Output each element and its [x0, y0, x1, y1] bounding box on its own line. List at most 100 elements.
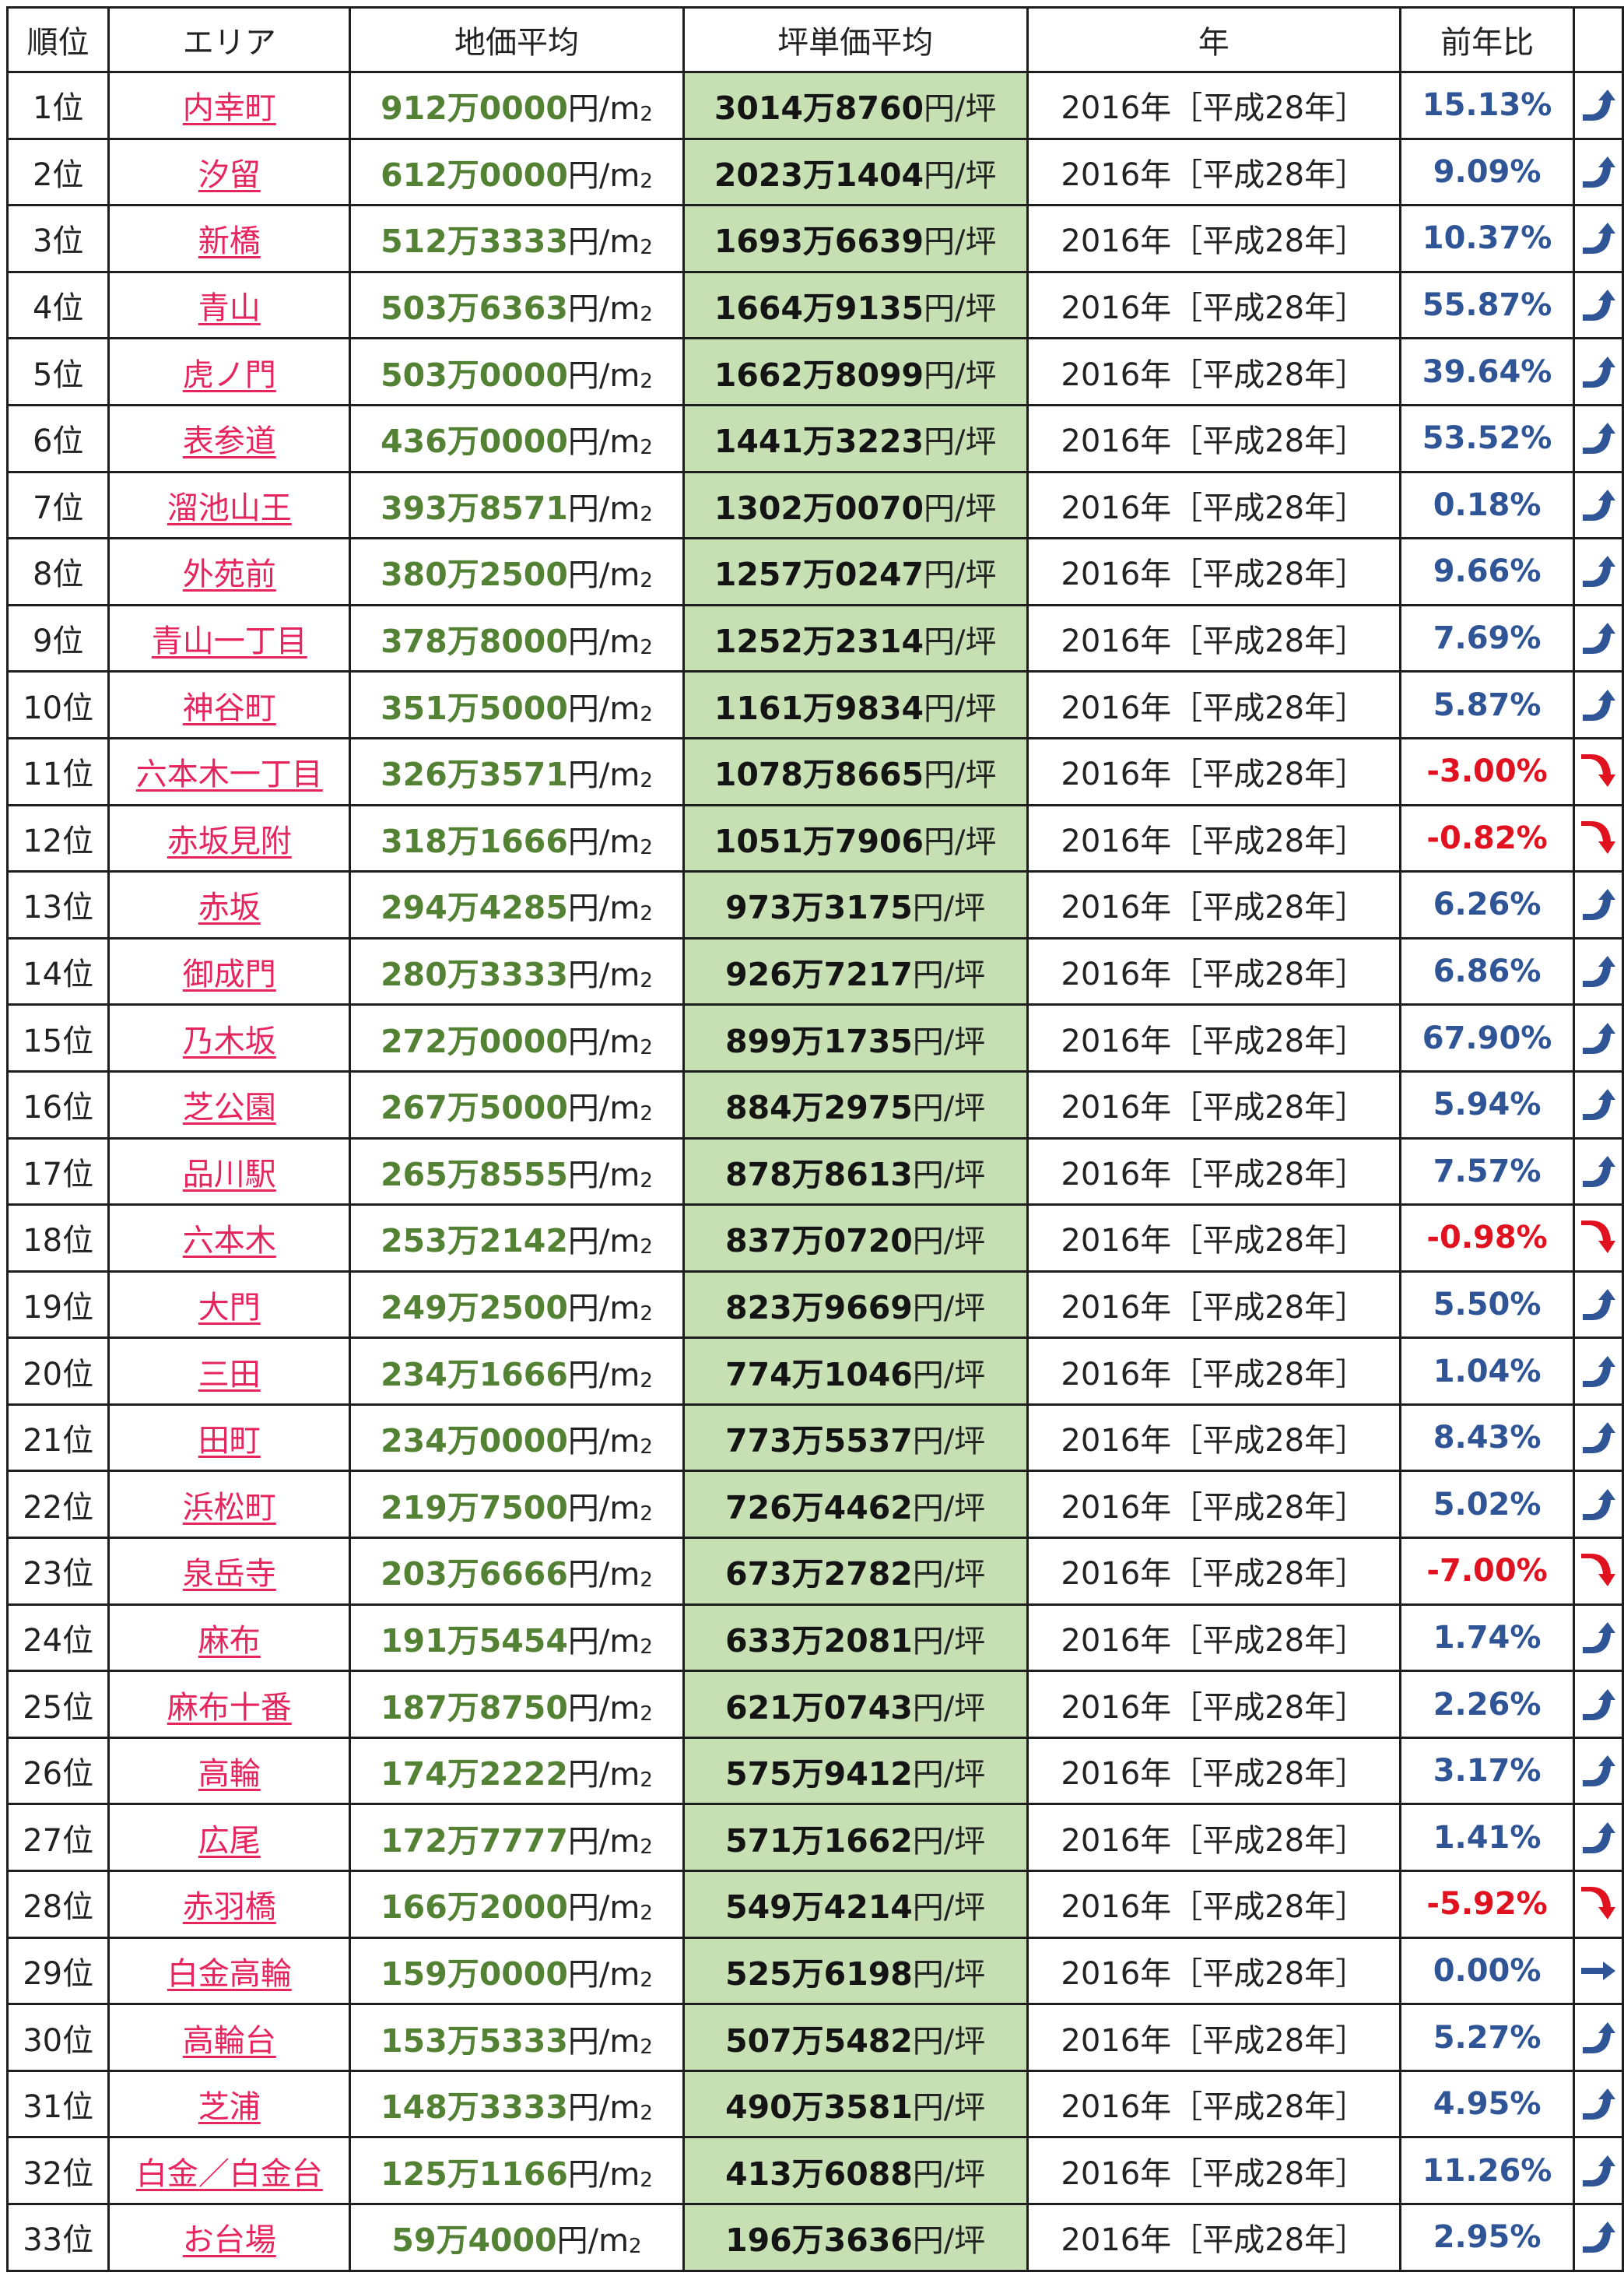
tsubo-price-value: 3014万8760: [714, 90, 924, 128]
trend-down-arrow-icon: [1581, 754, 1616, 788]
land-price-value: 59万4000: [391, 2222, 557, 2260]
area-link[interactable]: 芝公園: [183, 1090, 276, 1126]
area-link[interactable]: 赤坂見附: [167, 824, 292, 859]
area-link[interactable]: 白金／白金台: [136, 2156, 323, 2192]
year-cell: 2016年［平成28年］: [1026, 1670, 1402, 1739]
tsubo-price-cell: 571万1662円/坪: [682, 1803, 1029, 1873]
area-link[interactable]: 麻布十番: [167, 1690, 292, 1726]
tsubo-price-cell: 823万9669円/坪: [682, 1270, 1029, 1340]
trend-cell: [1573, 2136, 1624, 2205]
area-link[interactable]: 白金高輪: [167, 1956, 292, 1992]
land-price-unit: 円/m2: [568, 890, 653, 926]
tsubo-price-unit: 円/坪: [912, 1557, 986, 1593]
land-unit-subscript: 2: [640, 969, 653, 993]
area-cell: 表参道: [107, 403, 352, 473]
tsubo-price-value: 899万1735: [725, 1022, 913, 1060]
yoy-cell: -3.00%: [1399, 736, 1576, 806]
tsubo-price-value: 1662万8099: [714, 356, 924, 394]
trend-cell: [1573, 403, 1624, 473]
tsubo-price-value: 633万2081: [725, 1621, 913, 1660]
area-link[interactable]: 表参道: [183, 423, 276, 459]
rank-cell: 23位: [5, 1537, 110, 1606]
land-unit-text: 円/m: [567, 624, 640, 661]
area-link[interactable]: 浜松町: [183, 1490, 276, 1526]
area-cell: 溜池山王: [107, 470, 352, 540]
yoy-value: -7.00%: [1426, 1553, 1548, 1589]
area-cell: 青山一丁目: [107, 603, 352, 673]
land-price-value: 219万7500: [381, 1488, 568, 1526]
land-price-value: 234万0000: [381, 1422, 568, 1460]
year-cell: 2016年［平成28年］: [1026, 670, 1402, 739]
area-link[interactable]: 赤坂: [198, 890, 261, 926]
land-price-value: 351万5000: [381, 689, 568, 727]
area-cell: 六本木一丁目: [107, 736, 352, 806]
area-link[interactable]: 高輪台: [183, 2023, 276, 2059]
area-link[interactable]: 新橋: [198, 223, 261, 259]
area-link[interactable]: 芝浦: [198, 2089, 261, 2125]
table-row: 18位 六本木 253万2142円/m2 837万0720円/坪 2016年［平成28年…: [5, 1203, 1624, 1273]
area-link[interactable]: お台場: [183, 2222, 276, 2258]
area-link[interactable]: 赤羽橋: [183, 1889, 276, 1925]
table-row: 31位 芝浦 148万3333円/m2 490万3581円/坪 2016年［平成28年］…: [5, 2069, 1624, 2139]
land-unit-text: 円/m: [567, 890, 640, 927]
area-link[interactable]: 外苑前: [183, 557, 276, 592]
area-link[interactable]: 大門: [198, 1290, 261, 1326]
area-link[interactable]: 汐留: [198, 157, 261, 193]
area-link[interactable]: 三田: [198, 1357, 261, 1393]
trend-up-arrow-icon: [1583, 2222, 1616, 2253]
land-unit-text: 円/m: [567, 1490, 640, 1526]
area-link[interactable]: 六本木一丁目: [136, 757, 323, 792]
tsubo-price-unit: 円/坪: [912, 1224, 986, 1260]
land-price-value: 159万0000: [381, 1955, 568, 1993]
rank-cell: 10位: [5, 670, 110, 739]
trend-cell: [1573, 470, 1624, 540]
rank-cell: 18位: [5, 1203, 110, 1273]
land-price-cell: 59万4000円/m2: [349, 2203, 685, 2272]
trend-cell: [1573, 1403, 1624, 1473]
rank-cell: 7位: [5, 470, 110, 540]
rank-cell: 2位: [5, 137, 110, 207]
area-link[interactable]: 田町: [198, 1423, 261, 1459]
tsubo-price-cell: 1252万2314円/坪: [682, 603, 1029, 673]
area-link[interactable]: 高輪: [198, 1756, 261, 1792]
area-link[interactable]: 虎ノ門: [183, 357, 276, 393]
land-unit-text: 円/m: [567, 1290, 640, 1326]
table-row: 14位 御成門 280万3333円/m2 926万7217円/坪 2016年［平成28年…: [5, 936, 1624, 1006]
rank-cell: 8位: [5, 537, 110, 606]
table-row: 2位 汐留 612万0000円/m2 2023万1404円/坪 2016年［平成28年］…: [5, 137, 1624, 207]
land-unit-text: 円/m: [567, 1357, 640, 1393]
area-link[interactable]: 神谷町: [183, 690, 276, 726]
land-price-value: 612万0000: [381, 156, 568, 194]
area-cell: お台場: [107, 2203, 352, 2272]
land-price-unit: 円/m2: [568, 1291, 653, 1326]
area-link[interactable]: 品川駅: [183, 1157, 276, 1192]
land-unit-subscript: 2: [640, 1035, 653, 1059]
area-link[interactable]: 広尾: [198, 1823, 261, 1859]
area-link[interactable]: 泉岳寺: [183, 1556, 276, 1592]
trend-cell: [1573, 936, 1624, 1006]
yoy-cell: 3.17%: [1399, 1736, 1576, 1806]
area-link[interactable]: 御成門: [183, 957, 276, 992]
header-row: 順位 エリア 地価平均 坪単価平均 年 前年比: [5, 6, 1624, 73]
header-trend: [1573, 6, 1624, 73]
trend-cell: [1573, 1070, 1624, 1140]
tsubo-price-unit: 円/坪: [924, 224, 997, 261]
area-link[interactable]: 乃木坂: [183, 1024, 276, 1059]
trend-cell: [1573, 1870, 1624, 1939]
header-area: エリア: [107, 6, 352, 73]
area-link[interactable]: 内幸町: [183, 90, 276, 126]
area-link[interactable]: 青山一丁目: [152, 623, 307, 659]
area-link[interactable]: 溜池山王: [167, 490, 292, 526]
table-row: 9位 青山一丁目 378万8000円/m2 1252万2314円/坪 2016年［平成2…: [5, 603, 1624, 673]
area-link[interactable]: 六本木: [183, 1223, 276, 1259]
land-price-cell: 326万3571円/m2: [349, 736, 685, 806]
tsubo-price-unit: 円/坪: [924, 624, 997, 661]
rank-cell: 3位: [5, 204, 110, 273]
area-link[interactable]: 青山: [198, 290, 261, 326]
area-cell: 外苑前: [107, 537, 352, 606]
area-cell: 芝浦: [107, 2069, 352, 2139]
area-link[interactable]: 麻布: [198, 1623, 261, 1659]
land-unit-subscript: 2: [640, 169, 653, 193]
tsubo-price-value: 1693万6639: [714, 223, 924, 261]
tsubo-price-value: 1441万3223: [714, 423, 924, 461]
